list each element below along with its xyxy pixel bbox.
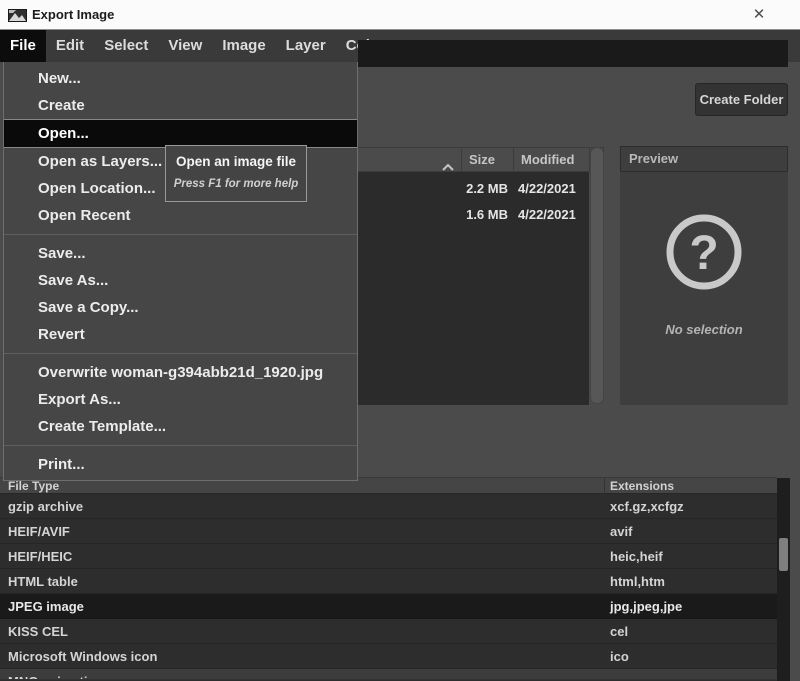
menu-item-create[interactable]: Create xyxy=(4,92,357,119)
file-row[interactable]: 2.2 MB 4/22/2021 xyxy=(356,175,589,201)
file-type-name: HEIF/AVIF xyxy=(8,519,70,544)
close-icon[interactable]: ✕ xyxy=(748,0,770,30)
file-modified: 4/22/2021 xyxy=(518,181,576,196)
file-type-table: gzip archive xcf.gz,xcfgz HEIF/AVIF avif… xyxy=(0,494,777,681)
menu-image[interactable]: Image xyxy=(212,30,275,62)
menu-item-new[interactable]: New... xyxy=(4,65,357,92)
file-type-extensions: heic,heif xyxy=(610,544,663,569)
file-list: 2.2 MB 4/22/2021 1.6 MB 4/22/2021 xyxy=(356,172,589,405)
menu-item-open[interactable]: Open... xyxy=(4,119,357,148)
file-type-extensions: xcf.gz,xcfgz xyxy=(610,494,684,519)
menu-item-create-template[interactable]: Create Template... xyxy=(4,413,357,440)
svg-text:?: ? xyxy=(689,227,718,280)
window-title: Export Image xyxy=(32,0,114,30)
file-type-row[interactable]: gzip archive xcf.gz,xcfgz xyxy=(0,494,777,519)
question-mark-icon: ? xyxy=(662,210,746,299)
filename-entry-strip xyxy=(358,40,788,67)
file-type-scrollbar[interactable] xyxy=(777,478,790,681)
menu-layer[interactable]: Layer xyxy=(276,30,336,62)
menu-select[interactable]: Select xyxy=(94,30,158,62)
column-header-extensions[interactable]: Extensions xyxy=(610,478,674,494)
preview-header: Preview xyxy=(620,146,788,172)
menu-item-save[interactable]: Save... xyxy=(4,240,357,267)
file-type-name: Microsoft Windows icon xyxy=(8,644,157,669)
menu-item-overwrite[interactable]: Overwrite woman-g394abb21d_1920.jpg xyxy=(4,359,357,386)
no-selection-label: No selection xyxy=(620,322,788,337)
file-type-name: MNG animation xyxy=(8,669,103,680)
file-size: 2.2 MB xyxy=(356,181,508,196)
export-image-window: Export Image ✕ File Edit Select View Ima… xyxy=(0,0,800,681)
file-type-row-selected[interactable]: JPEG image jpg,jpeg,jpe xyxy=(0,594,777,619)
menu-separator xyxy=(4,234,357,235)
menu-separator xyxy=(4,445,357,446)
column-divider xyxy=(604,478,605,494)
file-type-name: KISS CEL xyxy=(8,619,68,644)
file-type-name: HEIF/HEIC xyxy=(8,544,72,569)
menu-item-open-recent[interactable]: Open Recent xyxy=(4,202,357,229)
menu-view[interactable]: View xyxy=(158,30,212,62)
file-type-row[interactable]: MNG animation xyxy=(0,669,777,680)
preview-panel: ? No selection xyxy=(620,172,788,405)
file-modified: 4/22/2021 xyxy=(518,207,576,222)
file-type-name: HTML table xyxy=(8,569,78,594)
tooltip: Open an image file Press F1 for more hel… xyxy=(165,145,307,202)
file-type-extensions: avif xyxy=(610,519,632,544)
file-type-extensions: ico xyxy=(610,644,629,669)
file-type-row[interactable]: Microsoft Windows icon ico xyxy=(0,644,777,669)
menu-edit[interactable]: Edit xyxy=(46,30,94,62)
titlebar: Export Image ✕ xyxy=(0,0,800,30)
column-header-modified[interactable]: Modified xyxy=(513,147,590,172)
file-type-extensions: cel xyxy=(610,619,628,644)
file-type-row[interactable]: HEIF/HEIC heic,heif xyxy=(0,544,777,569)
menu-item-export-as[interactable]: Export As... xyxy=(4,386,357,413)
create-folder-button[interactable]: Create Folder xyxy=(695,83,788,116)
file-type-row[interactable]: HTML table html,htm xyxy=(0,569,777,594)
menu-item-print[interactable]: Print... xyxy=(4,451,357,478)
file-type-extensions: html,htm xyxy=(610,569,665,594)
file-type-name: gzip archive xyxy=(8,494,83,519)
image-app-icon xyxy=(8,7,27,28)
file-type-row[interactable]: KISS CEL cel xyxy=(0,619,777,644)
column-header-name[interactable] xyxy=(356,147,462,172)
tooltip-title: Open an image file xyxy=(166,154,306,169)
file-row[interactable]: 1.6 MB 4/22/2021 xyxy=(356,201,589,227)
file-type-extensions: jpg,jpeg,jpe xyxy=(610,594,682,619)
menu-item-save-a-copy[interactable]: Save a Copy... xyxy=(4,294,357,321)
file-list-scrollbar[interactable] xyxy=(590,147,604,404)
file-type-name: JPEG image xyxy=(8,594,84,619)
menu-separator xyxy=(4,353,357,354)
tooltip-hint: Press F1 for more help xyxy=(166,178,306,190)
menu-file[interactable]: File xyxy=(0,30,46,62)
file-menu-dropdown: New... Create Open... Open as Layers... … xyxy=(3,62,358,481)
column-header-size[interactable]: Size xyxy=(461,147,514,172)
file-type-scrollbar-thumb[interactable] xyxy=(779,538,788,571)
file-type-row[interactable]: HEIF/AVIF avif xyxy=(0,519,777,544)
menu-item-revert[interactable]: Revert xyxy=(4,321,357,348)
file-size: 1.6 MB xyxy=(356,207,508,222)
menu-item-save-as[interactable]: Save As... xyxy=(4,267,357,294)
